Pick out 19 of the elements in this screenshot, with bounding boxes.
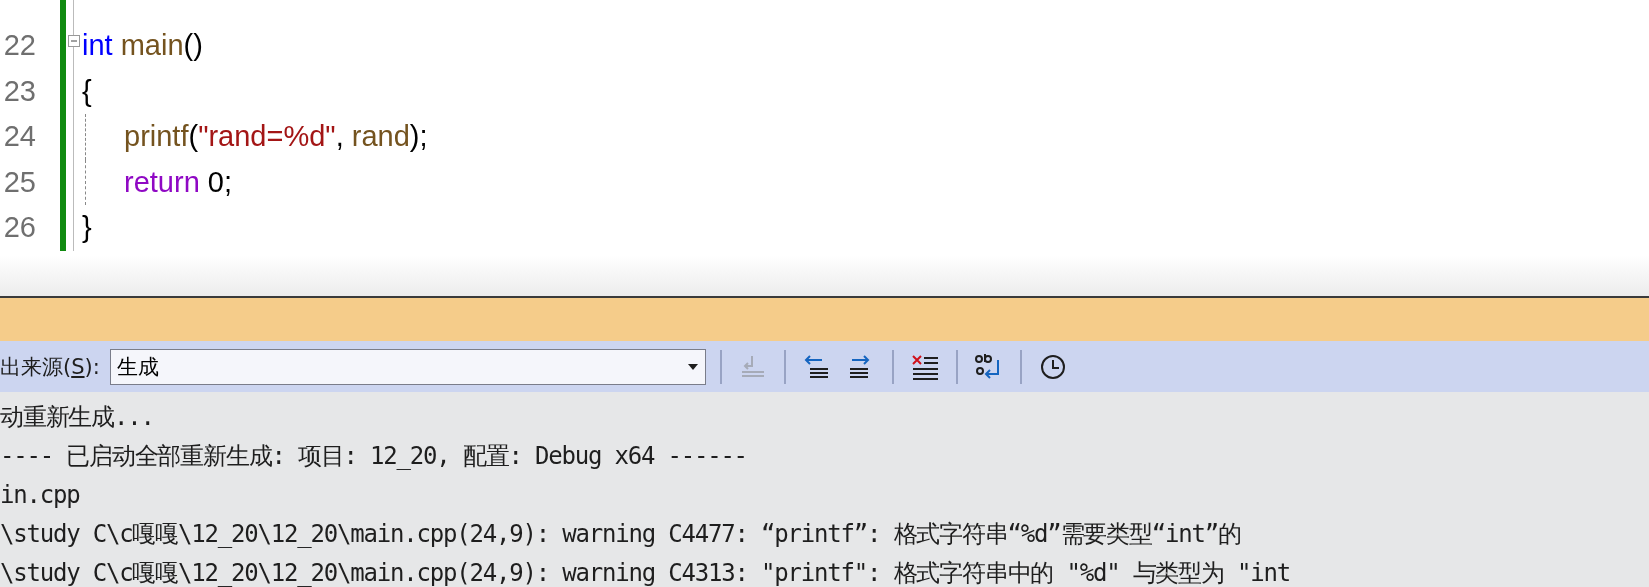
- source-dropdown[interactable]: 生成: [109, 348, 706, 385]
- code-line: printf("rand=%d", rand);: [124, 119, 428, 155]
- code-line: {: [82, 73, 92, 109]
- caret-icon: [686, 362, 699, 371]
- line-number: 26: [2, 211, 36, 245]
- code-line: return 0;: [124, 164, 232, 200]
- output-line: \study C\c嘎嘎\12_20\12_20\main.cpp(24,9): warning C4477: “printf”: 格式字符串“%d”需要类型“int”的: [0, 519, 1242, 550]
- collapse-icon[interactable]: [68, 35, 80, 47]
- output-line: \study C\c嘎嘎\12_20\12_20\main.cpp(24,9): warning C4313: "printf": 格式字符串中的 "%d" 与类型为 "int: [0, 558, 1292, 587]
- code-line: }: [82, 210, 92, 246]
- line-number: 24: [2, 120, 36, 154]
- output-line: 动重新生成...: [0, 402, 155, 433]
- output-line: in.cpp: [0, 480, 81, 511]
- line-number: 23: [2, 74, 36, 108]
- output-line: ---- 已启动全部重新生成: 项目: 12_20, 配置: Debug x64 ------: [0, 441, 748, 472]
- line-number: 25: [2, 165, 36, 199]
- line-number: 22: [2, 29, 36, 63]
- code-line: int main(): [82, 28, 203, 64]
- source-label: 出来源(S):: [0, 353, 100, 381]
